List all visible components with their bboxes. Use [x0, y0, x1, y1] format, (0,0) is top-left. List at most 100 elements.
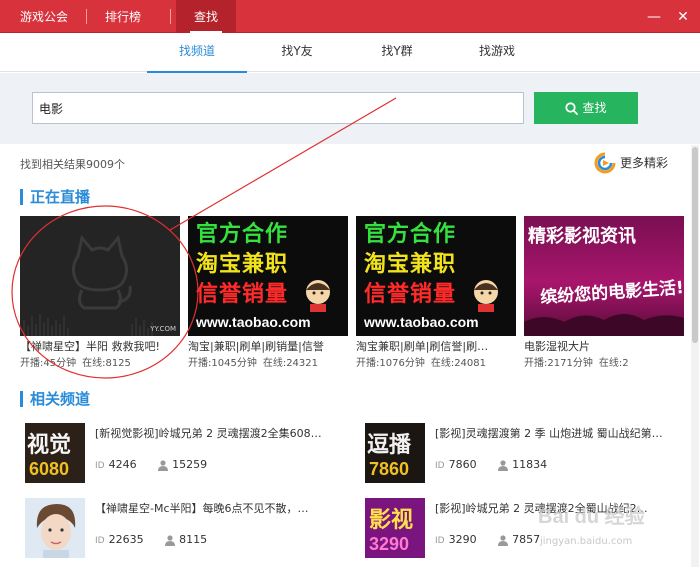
- live-channel-card[interactable]: 官方合作 淘宝兼职 信誉销量 www.taobao.com 淘宝|兼职|刷单|刷…: [188, 216, 348, 372]
- watermark-url: jingyan.baidu.com: [540, 536, 633, 547]
- thumbnail-text: 淘宝兼职: [364, 252, 457, 277]
- logo-number: 3290: [369, 534, 410, 554]
- channel-logo: 视觉 6080: [25, 423, 85, 483]
- tab-ranking-label: 排行榜: [104, 10, 141, 24]
- thumbnail-watermark: YY.COM: [150, 325, 176, 333]
- related-channel-item[interactable]: 【禅啸星空-Mc半阳】每晚6点不见不散，… ID 22635 8115: [25, 498, 345, 558]
- channel-thumbnail: 精彩影视资讯 缤纷您的电影生活!: [524, 216, 684, 336]
- channel-avatar: [25, 498, 85, 558]
- id-label: ID: [95, 536, 105, 546]
- related-title: 【禅啸星空-Mc半阳】每晚6点不见不散，…: [95, 502, 309, 515]
- search-area: 查找: [0, 73, 700, 144]
- channel-title: 淘宝|兼职|刷单|刷销量|信誉: [188, 340, 324, 353]
- channel-logo: 逗播 7860: [365, 423, 425, 483]
- person-icon: [165, 534, 176, 546]
- id-label: ID: [435, 536, 445, 546]
- live-section-heading: 正在直播: [20, 188, 90, 206]
- person-icon: [498, 534, 509, 546]
- member-count: 7857: [512, 533, 541, 546]
- minimize-button[interactable]: —: [645, 8, 663, 26]
- logo-number: 6080: [29, 459, 70, 479]
- subtab-find-group[interactable]: 找Y群: [362, 34, 432, 72]
- more-highlights-label: 更多精彩: [620, 156, 669, 170]
- online-count: 在线:8125: [82, 358, 131, 369]
- thumbnail-text: 淘宝兼职: [196, 252, 289, 277]
- channel-meta: 开播:45分钟 在线:8125: [20, 356, 180, 372]
- tab-divider: [170, 9, 171, 24]
- search-input[interactable]: [32, 92, 524, 124]
- channel-title: 电影湿视大片: [524, 340, 590, 353]
- cat-mascot-icon: [23, 234, 153, 336]
- logo-text: 视觉: [27, 433, 72, 458]
- minimize-icon: —: [647, 9, 661, 25]
- thumbnail-text: 精彩影视资讯: [528, 226, 636, 247]
- related-channel-item[interactable]: 逗播 7860 [影视]灵魂摆渡第 2 季 山炮进城 蜀山战纪第… ID 7860…: [365, 423, 685, 483]
- thumbnail-text: 信誉销量: [364, 282, 457, 307]
- subtab-label: 找游戏: [478, 44, 515, 58]
- logo-text: 影视: [369, 508, 414, 533]
- online-count: 在线:2: [598, 358, 629, 369]
- search-button[interactable]: 查找: [534, 92, 638, 124]
- online-count: 在线:24321: [262, 358, 319, 369]
- live-channel-card[interactable]: 官方合作 淘宝兼职 信誉销量 www.taobao.com 淘宝兼职|刷单|刷信…: [356, 216, 516, 372]
- title-bar: 游戏公会 排行榜 查找 — ✕: [0, 0, 700, 33]
- broadcast-duration: 开播:45分钟: [20, 358, 77, 369]
- tab-divider: [86, 9, 87, 24]
- channel-thumbnail: YY.COM: [20, 216, 180, 336]
- subtab-find-game[interactable]: 找游戏: [462, 34, 532, 72]
- broadcast-duration: 开播:1045分钟: [188, 358, 257, 369]
- person-icon: [498, 459, 509, 471]
- close-button[interactable]: ✕: [674, 8, 692, 26]
- scrollbar-thumb[interactable]: [692, 147, 698, 343]
- live-channel-card[interactable]: 精彩影视资讯 缤纷您的电影生活! 电影湿视大片 开播:2171分钟 在线:2: [524, 216, 684, 372]
- thumbnail-url: www.taobao.com: [364, 314, 479, 330]
- member-count: 11834: [512, 458, 548, 471]
- scrollbar[interactable]: [691, 145, 699, 567]
- subtab-label: 找Y友: [281, 44, 313, 58]
- broadcast-duration: 开播:2171分钟: [524, 358, 593, 369]
- search-subtabs: 找频道 找Y友 找Y群 找游戏: [0, 34, 700, 73]
- channel-logo: 影视 3290: [365, 498, 425, 558]
- thumbnail-text: 信誉销量: [196, 282, 289, 307]
- channel-title: 【禅啸星空】半阳 救救我吧!: [20, 340, 160, 353]
- baidu-watermark: Bai du 经验 jingyan.baidu.com: [538, 500, 688, 556]
- subtab-label: 找Y群: [381, 44, 413, 58]
- logo-number: 7860: [369, 459, 410, 479]
- thumbnail-url: www.taobao.com: [196, 314, 311, 330]
- channel-thumbnail: 官方合作 淘宝兼职 信誉销量 www.taobao.com: [188, 216, 348, 336]
- subtab-find-friend[interactable]: 找Y友: [262, 34, 332, 72]
- channel-meta: 开播:2171分钟 在线:2: [524, 356, 684, 372]
- cartoon-character-icon: [474, 280, 498, 312]
- thumbnail-text: 缤纷您的电影生活!: [539, 278, 684, 308]
- thumbnail-text: 官方合作: [364, 222, 457, 247]
- tab-guild[interactable]: 游戏公会: [6, 0, 82, 33]
- person-icon: [158, 459, 169, 471]
- channel-id: 22635: [108, 533, 144, 546]
- play-logo-icon: [594, 152, 616, 174]
- broadcast-duration: 开播:1076分钟: [356, 358, 425, 369]
- live-channel-card[interactable]: YY.COM 【禅啸星空】半阳 救救我吧! 开播:45分钟 在线:8125: [20, 216, 180, 372]
- subtab-find-channel[interactable]: 找频道: [147, 34, 247, 73]
- cartoon-character-icon: [306, 280, 330, 312]
- online-count: 在线:24081: [430, 358, 487, 369]
- member-count: 15259: [172, 458, 208, 471]
- related-title: [新视觉影视]岭城兄弟 2 灵魂摆渡2全集608…: [95, 427, 322, 440]
- channel-title: 淘宝兼职|刷单|刷信誉|刷…: [356, 340, 489, 353]
- tab-guild-label: 游戏公会: [19, 10, 68, 24]
- channel-meta: 开播:1045分钟 在线:24321: [188, 356, 348, 372]
- close-icon: ✕: [677, 9, 689, 25]
- channel-meta: 开播:1076分钟 在线:24081: [356, 356, 516, 372]
- related-title: [影视]灵魂摆渡第 2 季 山炮进城 蜀山战纪第…: [435, 427, 663, 440]
- tab-ranking[interactable]: 排行榜: [90, 0, 156, 33]
- channel-thumbnail: 官方合作 淘宝兼职 信誉销量 www.taobao.com: [356, 216, 516, 336]
- related-section-heading: 相关频道: [20, 390, 90, 408]
- decorative-figures-icon: [524, 314, 684, 336]
- related-channel-item[interactable]: 视觉 6080 [新视觉影视]岭城兄弟 2 灵魂摆渡2全集608… ID 4246…: [25, 423, 345, 483]
- tab-search[interactable]: 查找: [176, 0, 236, 33]
- logo-text: 逗播: [367, 433, 412, 458]
- related-meta: ID 7860 11834: [435, 457, 547, 473]
- member-count: 8115: [179, 533, 208, 546]
- channel-id: 3290: [448, 533, 477, 546]
- avatar-portrait-icon: [25, 498, 85, 558]
- channel-id: 7860: [448, 458, 477, 471]
